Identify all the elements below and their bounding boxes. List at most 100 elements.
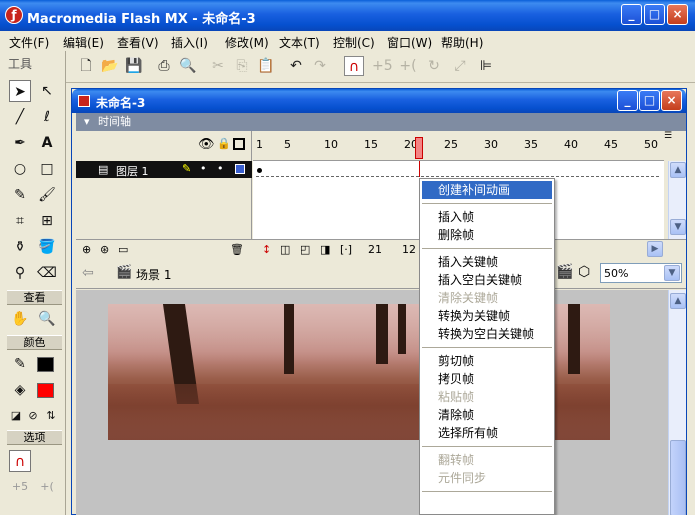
lock-icon[interactable]: 🔒: [217, 137, 231, 150]
zoom-dropdown-icon[interactable]: ▼: [664, 265, 680, 281]
hand-tool-icon[interactable]: ✋: [9, 308, 31, 330]
modify-markers-icon[interactable]: [·]: [340, 243, 352, 256]
print-preview-icon[interactable]: 🔍: [178, 56, 198, 76]
scroll-down-icon[interactable]: ▼: [670, 219, 686, 235]
menu-create-motion-tween[interactable]: 创建补间动画: [422, 181, 552, 199]
maximize-button[interactable]: □: [644, 4, 665, 25]
menu-insert-frame[interactable]: 插入帧: [422, 208, 552, 226]
free-transform-tool-icon[interactable]: ⌗: [9, 210, 31, 232]
snap-magnet-icon[interactable]: ∩: [344, 56, 364, 76]
menu-copy-frames[interactable]: 拷贝帧: [422, 370, 552, 388]
lasso-tool-icon[interactable]: ℓ: [36, 106, 58, 128]
delete-layer-icon[interactable]: 🗑: [230, 243, 244, 256]
onion-outline-icon[interactable]: ◰: [300, 243, 310, 256]
menu-remove-frame[interactable]: 删除帧: [422, 226, 552, 244]
stage-scroll-up-icon[interactable]: ▲: [670, 293, 686, 309]
eyedropper-tool-icon[interactable]: ⚲: [9, 262, 31, 284]
menu-select-all-frames[interactable]: 选择所有帧: [422, 424, 552, 442]
fill-color-icon[interactable]: ◈: [9, 379, 31, 401]
edit-scene-icon[interactable]: 🎬: [556, 264, 573, 280]
timeline-header[interactable]: ▾ 时间轴: [76, 113, 686, 131]
subselect-tool-icon[interactable]: ↖: [36, 80, 58, 102]
rotate-icon[interactable]: ↻: [424, 56, 444, 76]
layer-frames-row[interactable]: [256, 163, 659, 177]
doc-minimize-button[interactable]: _: [617, 90, 638, 111]
menu-view[interactable]: 查看(V): [117, 34, 159, 51]
add-guide-icon[interactable]: ⊛: [100, 243, 109, 256]
scale-icon[interactable]: ⤢: [450, 56, 470, 76]
edit-symbol-icon[interactable]: ⬡: [578, 264, 590, 280]
menu-insert-blank-keyframe[interactable]: 插入空白关键帧: [422, 271, 552, 289]
minimize-button[interactable]: _: [621, 4, 642, 25]
line-tool-icon[interactable]: ╱: [9, 106, 31, 128]
fill-transform-tool-icon[interactable]: ⊞: [36, 210, 58, 232]
stage-vertical-scrollbar[interactable]: ▲: [668, 290, 686, 515]
timeline-menu-icon[interactable]: ☰: [664, 131, 674, 161]
center-frame-icon[interactable]: ↕: [262, 243, 271, 256]
menu-edit[interactable]: 编辑(E): [63, 34, 104, 51]
menu-help[interactable]: 帮助(H): [441, 34, 483, 51]
pen-tool-icon[interactable]: ✒: [9, 132, 31, 154]
doc-maximize-button[interactable]: □: [639, 90, 660, 111]
rectangle-tool-icon[interactable]: □: [36, 158, 58, 180]
menu-insert-keyframe[interactable]: 插入关键帧: [422, 253, 552, 271]
new-file-icon[interactable]: 🗋: [76, 56, 96, 76]
menu-convert-to-blank-keyframe[interactable]: 转换为空白关键帧: [422, 325, 552, 343]
outline-icon[interactable]: [233, 138, 245, 150]
swap-colors-icon[interactable]: ⇅: [40, 405, 62, 427]
ink-bottle-tool-icon[interactable]: ⚱: [9, 236, 31, 258]
close-button[interactable]: ×: [667, 4, 688, 25]
menu-file[interactable]: 文件(F): [9, 34, 49, 51]
paint-bucket-tool-icon[interactable]: 🪣: [36, 236, 58, 258]
eye-icon[interactable]: 👁: [198, 137, 215, 152]
brush-tool-icon[interactable]: 🖌: [36, 184, 58, 206]
oval-tool-icon[interactable]: ○: [9, 158, 31, 180]
zoom-select[interactable]: 50% ▼: [600, 263, 682, 283]
stroke-color-icon[interactable]: ✎: [9, 353, 31, 375]
keyframe-dot[interactable]: [257, 168, 262, 173]
pencil-tool-icon[interactable]: ✎: [9, 184, 31, 206]
redo-icon[interactable]: ↷: [310, 56, 330, 76]
menu-text[interactable]: 文本(T): [279, 34, 320, 51]
stroke-color-swatch[interactable]: [37, 357, 54, 372]
undo-icon[interactable]: ↶: [286, 56, 306, 76]
menu-synchronize-symbols[interactable]: 元件同步: [422, 469, 552, 487]
straighten-icon[interactable]: +(: [398, 56, 418, 76]
smooth-option-icon[interactable]: +5: [9, 476, 31, 498]
layer-row[interactable]: ▤ 图层 1 ✎ • •: [76, 161, 252, 178]
lock-dot-icon[interactable]: •: [217, 162, 224, 175]
zoom-tool-icon[interactable]: 🔍: [36, 308, 58, 330]
smooth-icon[interactable]: +5: [372, 56, 393, 76]
text-tool-icon[interactable]: A: [36, 132, 58, 154]
scroll-right-icon[interactable]: ▶: [647, 241, 663, 257]
align-icon[interactable]: ⊫: [476, 56, 496, 76]
visible-dot-icon[interactable]: •: [200, 162, 207, 175]
open-folder-icon[interactable]: 📂: [100, 56, 120, 76]
onion-skin-icon[interactable]: ◫: [280, 243, 290, 256]
straighten-option-icon[interactable]: +(: [36, 476, 58, 498]
cut-icon[interactable]: ✂: [208, 56, 228, 76]
insert-folder-icon[interactable]: ▭: [118, 243, 128, 256]
stage-scroll-thumb[interactable]: [670, 440, 686, 515]
timeline-vertical-scrollbar[interactable]: ▲ ▼: [668, 161, 686, 239]
save-icon[interactable]: 💾: [124, 56, 144, 76]
print-icon[interactable]: ⎙: [154, 56, 174, 76]
insert-layer-icon[interactable]: ⊕: [82, 243, 91, 256]
menu-window[interactable]: 窗口(W): [387, 34, 432, 51]
playhead[interactable]: [415, 137, 423, 159]
menu-reverse-frames[interactable]: 翻转帧: [422, 451, 552, 469]
menu-control[interactable]: 控制(C): [333, 34, 375, 51]
copy-icon[interactable]: ⎘: [232, 56, 252, 76]
edit-multiple-icon[interactable]: ◨: [320, 243, 330, 256]
scroll-up-icon[interactable]: ▲: [670, 162, 686, 178]
layer-color-box[interactable]: [235, 164, 245, 174]
menu-modify[interactable]: 修改(M): [225, 34, 269, 51]
paste-icon[interactable]: 📋: [256, 56, 276, 76]
arrow-tool-icon[interactable]: ➤: [9, 80, 31, 102]
menu-clear-keyframe[interactable]: 清除关键帧: [422, 289, 552, 307]
back-arrow-icon[interactable]: ⇦: [82, 265, 94, 281]
menu-insert[interactable]: 插入(I): [171, 34, 208, 51]
eraser-tool-icon[interactable]: ⌫: [36, 262, 58, 284]
menu-clear-frames[interactable]: 清除帧: [422, 406, 552, 424]
stage-area[interactable]: ▲: [76, 290, 686, 515]
